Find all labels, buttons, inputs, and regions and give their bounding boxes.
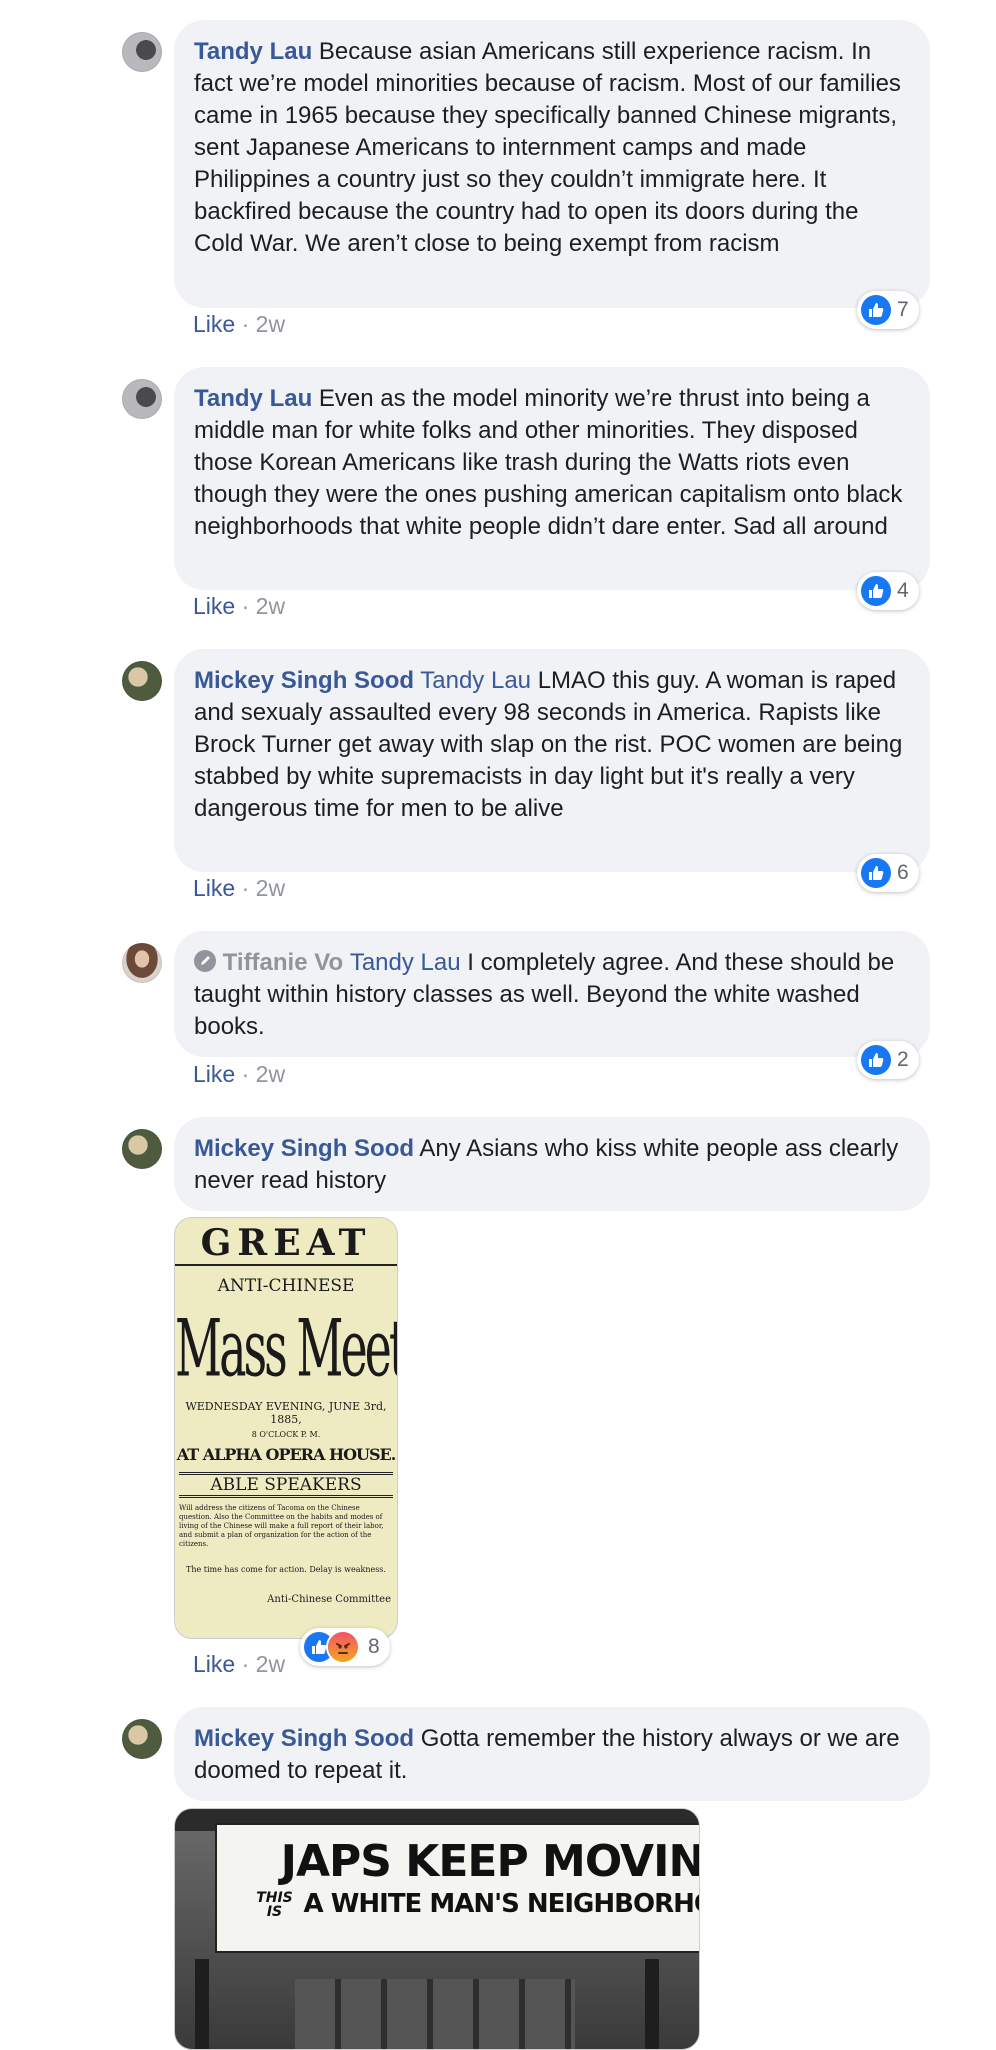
- like-link[interactable]: Like: [193, 1651, 235, 1677]
- avatar[interactable]: [122, 1129, 162, 1169]
- reaction-count-number: 8: [368, 1635, 380, 1658]
- comment-bubble: Mickey Singh Sood Tandy Lau LMAO this gu…: [174, 649, 930, 872]
- reaction-count-number: 7: [897, 298, 909, 321]
- dot-separator: ·: [241, 311, 250, 337]
- sign-line: THIS IS: [256, 1889, 293, 1920]
- avatar[interactable]: [122, 379, 162, 419]
- sign-line: JAPS KEEP MOVING: [280, 1836, 700, 1887]
- comment-meta: Like · 2w: [193, 1651, 285, 1678]
- attached-poster-image[interactable]: GREAT ANTI-CHINESE Mass Meeting! WEDNESD…: [174, 1217, 398, 1639]
- poster-line: Anti-Chinese Committee: [267, 1594, 391, 1605]
- poster-line: Will address the citizens of Tacoma on t…: [179, 1504, 384, 1548]
- avatar[interactable]: [122, 661, 162, 701]
- reaction-count-number: 4: [897, 579, 909, 602]
- comment-time[interactable]: 2w: [256, 875, 285, 901]
- photo-sign: JAPS KEEP MOVING THIS IS A WHITE MAN'S N…: [215, 1823, 700, 1953]
- mention-tag[interactable]: Tandy Lau: [350, 949, 461, 976]
- comment-author[interactable]: Tiffanie Vo: [194, 949, 350, 976]
- dot-separator: ·: [241, 1651, 250, 1677]
- poster-line: ABLE SPEAKERS: [179, 1472, 393, 1498]
- like-reaction-icon: [861, 295, 891, 325]
- comment-meta: Like · 2w: [193, 593, 285, 620]
- comment-author[interactable]: Mickey Singh Sood: [194, 1725, 414, 1752]
- comment-meta: Like · 2w: [193, 311, 285, 338]
- like-link[interactable]: Like: [193, 1061, 235, 1087]
- avatar[interactable]: [122, 32, 162, 72]
- reaction-count-number: 6: [897, 861, 909, 884]
- avatar[interactable]: [122, 943, 162, 983]
- comment-bubble: Mickey Singh Sood Gotta remember the his…: [174, 1707, 930, 1801]
- poster-line: Mass Meeting!: [175, 1302, 398, 1395]
- poster-line: ANTI-CHINESE: [217, 1276, 355, 1296]
- comment-meta: Like · 2w: [193, 1061, 285, 1088]
- like-link[interactable]: Like: [193, 593, 235, 619]
- comment-bubble: Tandy Lau Even as the model minority we’…: [174, 367, 930, 590]
- comment-author[interactable]: Mickey Singh Sood: [194, 667, 414, 694]
- like-link[interactable]: Like: [193, 875, 235, 901]
- reaction-count[interactable]: 4: [857, 572, 919, 610]
- comment-author[interactable]: Tandy Lau: [194, 385, 312, 412]
- pending-icon: [194, 950, 216, 972]
- angry-reaction-icon: [328, 1632, 358, 1662]
- reaction-count[interactable]: 6: [857, 854, 919, 892]
- like-reaction-icon: [861, 1045, 891, 1075]
- porch-pillar: [645, 1959, 659, 2049]
- poster-line: GREAT: [175, 1222, 397, 1266]
- mention-tag[interactable]: Tandy Lau: [420, 667, 531, 694]
- comment-bubble: Mickey Singh Sood Any Asians who kiss wh…: [174, 1117, 930, 1211]
- sign-line-2: THIS IS A WHITE MAN'S NEIGHBORHOOD.: [217, 1889, 699, 1920]
- like-reaction-icon: [861, 858, 891, 888]
- comment-time[interactable]: 2w: [256, 593, 285, 619]
- comment-text: Because asian Americans still experience…: [194, 38, 901, 257]
- reaction-count[interactable]: 7: [857, 291, 919, 329]
- reaction-count-number: 2: [897, 1048, 909, 1071]
- poster-line: The time has come for action. Delay is w…: [186, 1565, 386, 1574]
- sign-line: A WHITE MAN'S NEIGHBORHOOD.: [303, 1889, 699, 1919]
- avatar[interactable]: [122, 1719, 162, 1759]
- comment-bubble: Tandy Lau Because asian Americans still …: [174, 20, 930, 308]
- reaction-count[interactable]: 2: [857, 1041, 919, 1079]
- dot-separator: ·: [241, 875, 250, 901]
- dot-separator: ·: [241, 1061, 250, 1087]
- comment-author[interactable]: Mickey Singh Sood: [194, 1135, 414, 1162]
- dot-separator: ·: [241, 593, 250, 619]
- attached-photo-image[interactable]: JAPS KEEP MOVING THIS IS A WHITE MAN'S N…: [174, 1808, 700, 2050]
- comment-bubble: Tiffanie Vo Tandy Lau I completely agree…: [174, 931, 930, 1057]
- comment-time[interactable]: 2w: [256, 1651, 285, 1677]
- porch-window: [295, 1979, 575, 2049]
- reaction-count[interactable]: 8: [300, 1628, 390, 1666]
- comment-time[interactable]: 2w: [256, 311, 285, 337]
- comment-author-name: Tiffanie Vo: [222, 949, 344, 976]
- comment-author[interactable]: Tandy Lau: [194, 38, 312, 65]
- comment-meta: Like · 2w: [193, 875, 285, 902]
- like-link[interactable]: Like: [193, 311, 235, 337]
- comment-time[interactable]: 2w: [256, 1061, 285, 1087]
- like-reaction-icon: [861, 576, 891, 606]
- porch-pillar: [195, 1959, 209, 2049]
